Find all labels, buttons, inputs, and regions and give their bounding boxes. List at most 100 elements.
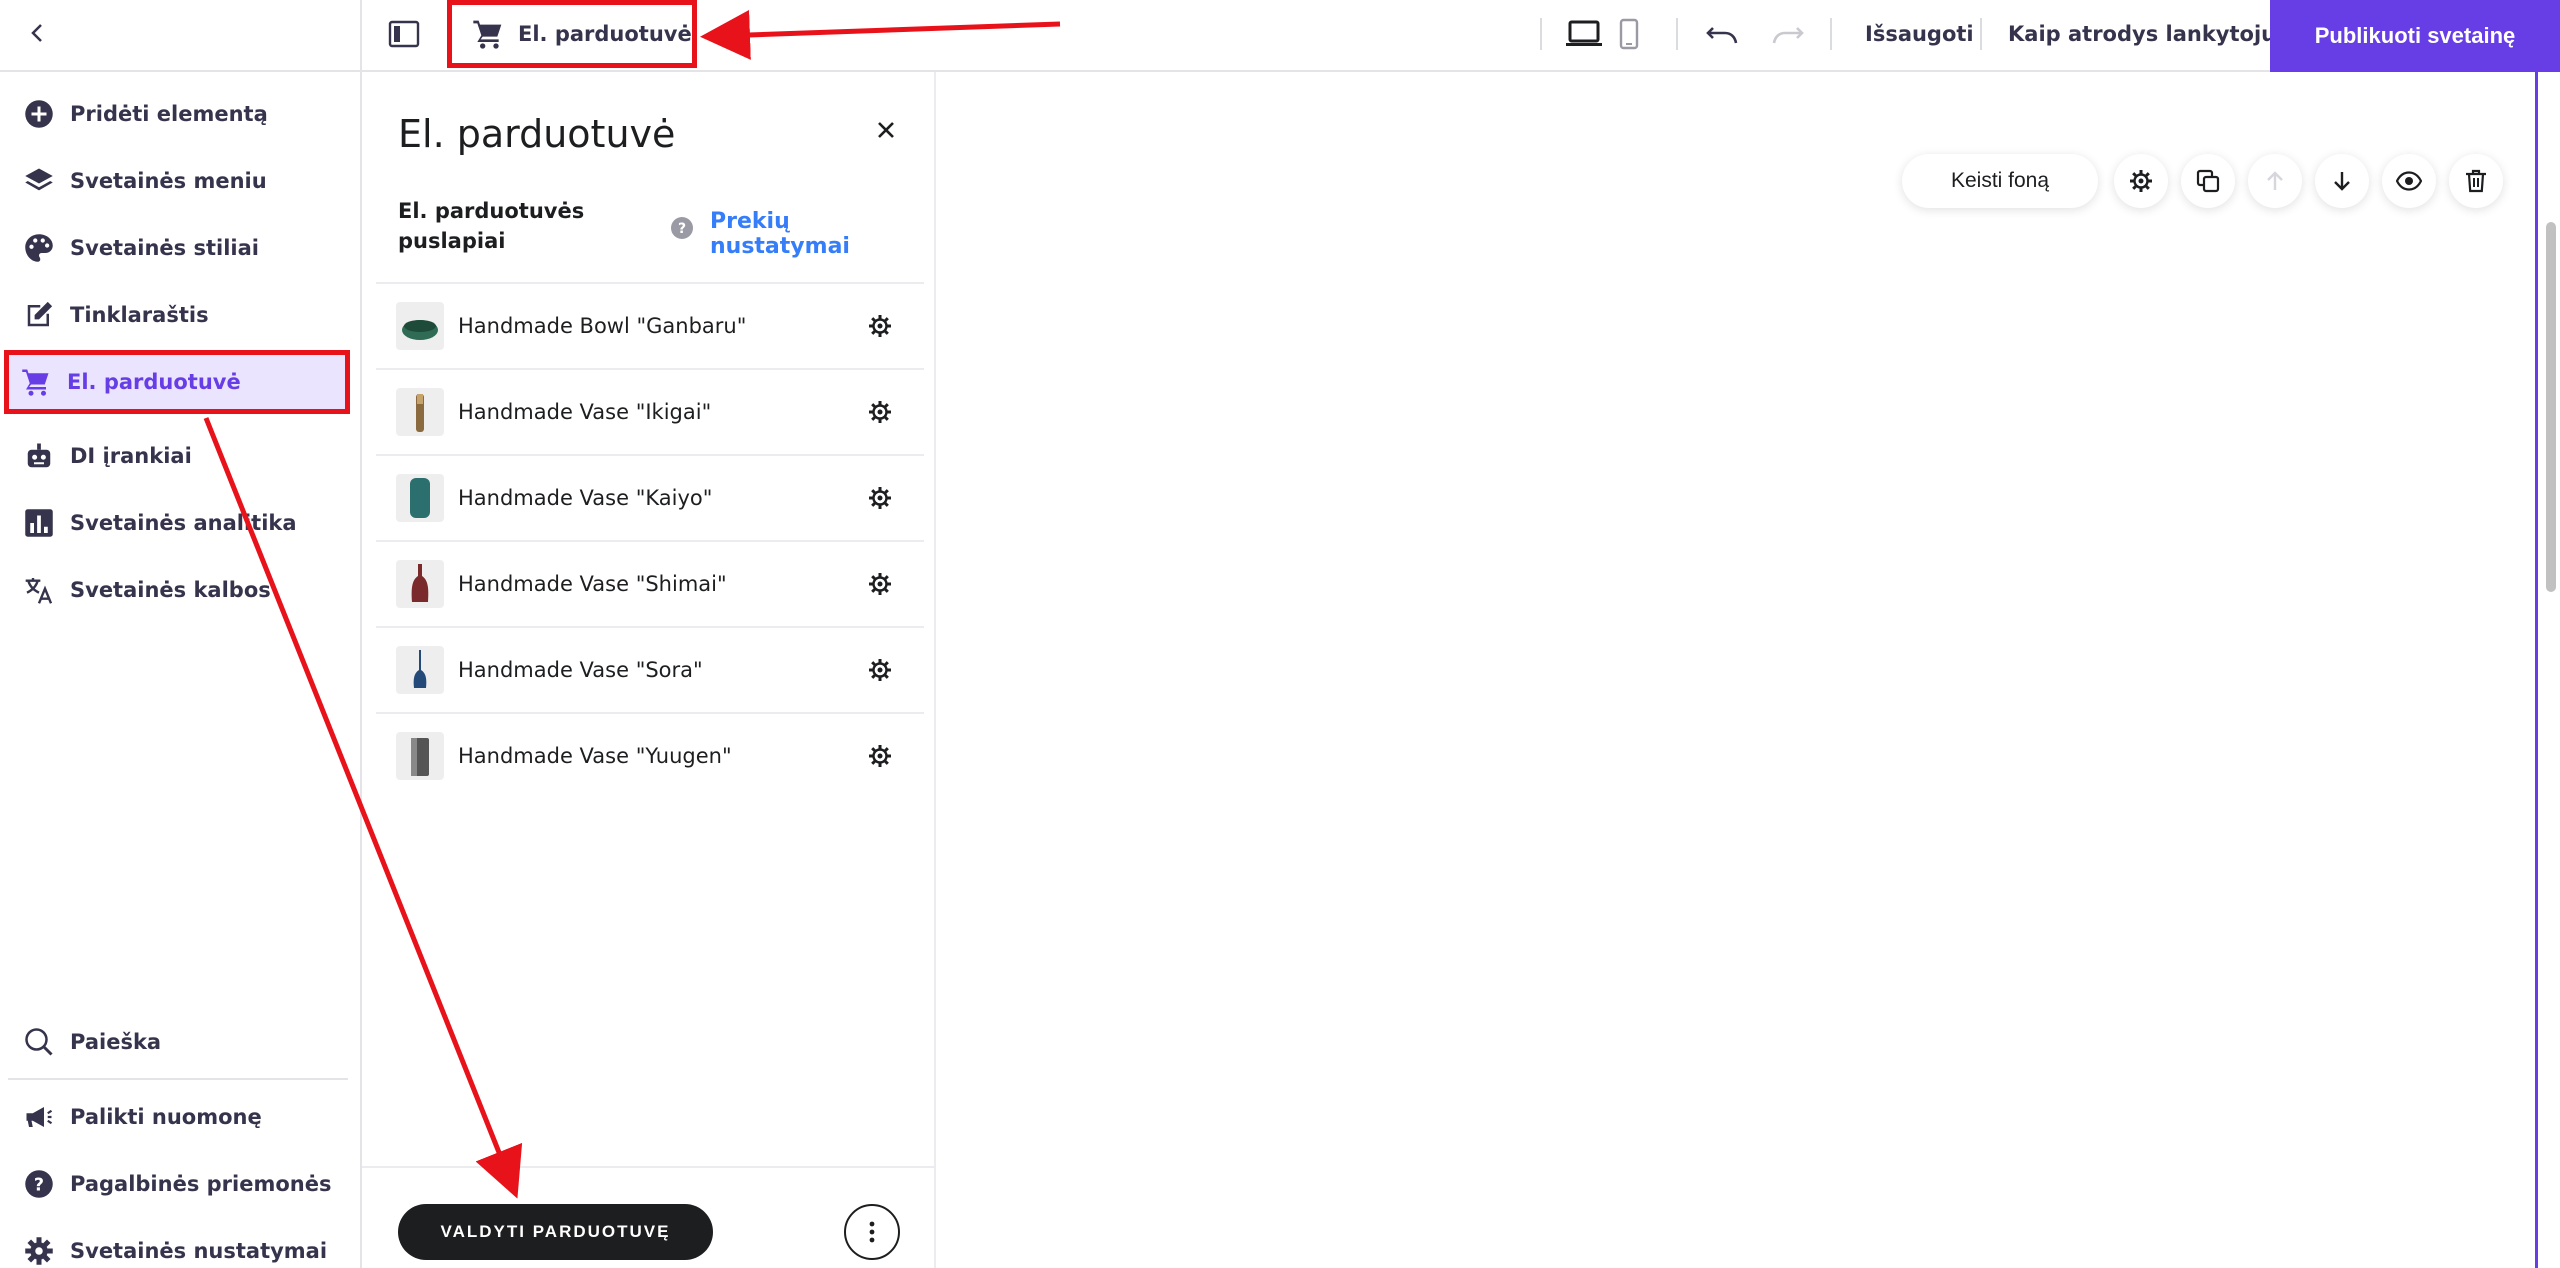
edit-icon bbox=[20, 296, 58, 334]
sidebar-item-styles[interactable]: Svetainės stiliai bbox=[8, 216, 348, 280]
panel-title: El. parduotuvė bbox=[398, 112, 676, 156]
sidebar-item-label: Tinklaraštis bbox=[70, 303, 209, 327]
sidebar-item-label: Pagalbinės priemonės bbox=[70, 1172, 332, 1196]
sidebar-divider bbox=[8, 1078, 348, 1080]
editor-canvas[interactable]: Keisti foną bbox=[936, 72, 2536, 1268]
product-name: Handmade Vase "Shimai" bbox=[458, 572, 727, 596]
sidebar-item-label: DI įrankiai bbox=[70, 444, 192, 468]
duplicate-icon[interactable] bbox=[2181, 154, 2235, 208]
top-bar: El. parduotuvė Išsaugoti Kaip atrodys la… bbox=[362, 0, 2560, 72]
mobile-view-icon[interactable] bbox=[1614, 14, 1644, 54]
product-thumbnail bbox=[396, 474, 444, 522]
sidebar-item-label: Palikti nuomonę bbox=[70, 1105, 262, 1129]
palette-icon bbox=[20, 229, 58, 267]
more-options-icon[interactable] bbox=[844, 1204, 900, 1260]
visibility-icon[interactable] bbox=[2382, 154, 2436, 208]
sidebar-item-feedback[interactable]: Palikti nuomonę bbox=[8, 1085, 348, 1149]
product-name: Handmade Vase "Sora" bbox=[458, 658, 703, 682]
cart-icon bbox=[472, 18, 504, 50]
analytics-icon bbox=[20, 504, 58, 542]
panel-footer-divider bbox=[362, 1166, 936, 1168]
product-row[interactable]: Handmade Vase "Shimai" bbox=[376, 540, 924, 626]
cart-icon bbox=[17, 363, 55, 401]
product-name: Handmade Vase "Kaiyo" bbox=[458, 486, 713, 510]
sidebar-item-menu[interactable]: Svetainės meniu bbox=[8, 149, 348, 213]
help-icon: ? bbox=[20, 1165, 58, 1203]
divider bbox=[1540, 18, 1542, 50]
change-background-button[interactable]: Keisti foną bbox=[1902, 154, 2098, 208]
product-thumbnail bbox=[396, 560, 444, 608]
layers-icon bbox=[20, 162, 58, 200]
sidebar-item-help[interactable]: ? Pagalbinės priemonės bbox=[8, 1152, 348, 1216]
svg-text:?: ? bbox=[34, 1175, 44, 1195]
sidebar-item-analytics[interactable]: Svetainės analitika bbox=[8, 491, 348, 555]
back-arrow-icon[interactable] bbox=[26, 21, 50, 49]
gear-icon[interactable] bbox=[860, 478, 900, 518]
search-icon bbox=[20, 1023, 58, 1061]
product-name: Handmade Vase "Yuugen" bbox=[458, 744, 732, 768]
sidebar-item-label: Pridėti elementą bbox=[70, 102, 268, 126]
product-thumbnail bbox=[396, 646, 444, 694]
move-down-icon[interactable] bbox=[2315, 154, 2369, 208]
plus-circle-icon bbox=[20, 95, 58, 133]
gear-icon[interactable] bbox=[860, 392, 900, 432]
preview-button[interactable]: Kaip atrodys lankytojui bbox=[2008, 18, 2283, 50]
sidebar: Pridėti elementą Svetainės meniu Svetain… bbox=[0, 0, 362, 1268]
product-row[interactable]: Handmade Vase "Yuugen" bbox=[376, 712, 924, 798]
store-breadcrumb-label: El. parduotuvė bbox=[518, 22, 692, 46]
sidebar-item-search[interactable]: Paieška bbox=[8, 1010, 348, 1074]
product-row[interactable]: Handmade Bowl "Ganbaru" bbox=[376, 282, 924, 368]
gear-icon[interactable] bbox=[860, 650, 900, 690]
publish-button[interactable]: Publikuoti svetainę bbox=[2270, 0, 2560, 72]
sidebar-item-label: Svetainės meniu bbox=[70, 169, 267, 193]
robot-icon bbox=[20, 437, 58, 475]
sidebar-item-ai-tools[interactable]: DI įrankiai bbox=[8, 424, 348, 488]
section-settings-icon[interactable] bbox=[2114, 154, 2168, 208]
product-settings-link[interactable]: Prekių nustatymai bbox=[710, 209, 934, 259]
product-thumbnail bbox=[396, 302, 444, 350]
gear-icon[interactable] bbox=[860, 736, 900, 776]
sidebar-item-label: Svetainės stiliai bbox=[70, 236, 259, 260]
translate-icon bbox=[20, 571, 58, 609]
gear-icon bbox=[20, 1232, 58, 1268]
sidebar-item-add-element[interactable]: Pridėti elementą bbox=[8, 82, 348, 146]
help-icon[interactable]: ? bbox=[670, 216, 694, 244]
manage-store-button[interactable]: VALDYTI PARDUOTUVĘ bbox=[398, 1204, 713, 1260]
panel-subtitle: El. parduotuvės puslapiai bbox=[398, 199, 585, 253]
redo-icon[interactable] bbox=[1768, 14, 1808, 54]
gear-icon[interactable] bbox=[860, 564, 900, 604]
close-icon[interactable] bbox=[862, 106, 910, 154]
delete-icon[interactable] bbox=[2449, 154, 2503, 208]
undo-icon[interactable] bbox=[1702, 14, 1742, 54]
saved-status: Išsaugoti bbox=[1865, 22, 1974, 46]
product-row[interactable]: Handmade Vase "Kaiyo" bbox=[376, 454, 924, 540]
scrollbar[interactable] bbox=[2538, 72, 2560, 1268]
divider bbox=[1676, 18, 1678, 50]
divider bbox=[1830, 18, 1832, 50]
move-up-icon[interactable] bbox=[2248, 154, 2302, 208]
product-row[interactable]: Handmade Vase "Sora" bbox=[376, 626, 924, 712]
sidebar-item-label: Svetainės kalbos bbox=[70, 578, 271, 602]
megaphone-icon bbox=[20, 1098, 58, 1136]
sidebar-item-label: Paieška bbox=[70, 1030, 162, 1054]
sidebar-item-settings[interactable]: Svetainės nustatymai bbox=[8, 1219, 348, 1268]
back-row bbox=[0, 0, 360, 72]
sidebar-item-languages[interactable]: Svetainės kalbos bbox=[8, 558, 348, 622]
panel-toggle-icon[interactable] bbox=[384, 14, 424, 54]
gear-icon[interactable] bbox=[860, 306, 900, 346]
product-thumbnail bbox=[396, 388, 444, 436]
store-breadcrumb[interactable]: El. parduotuvė bbox=[447, 0, 697, 68]
product-thumbnail bbox=[396, 732, 444, 780]
scrollbar-thumb[interactable] bbox=[2546, 222, 2556, 592]
desktop-view-icon[interactable] bbox=[1564, 14, 1604, 54]
product-name: Handmade Bowl "Ganbaru" bbox=[458, 314, 747, 338]
sidebar-item-label: Svetainės analitika bbox=[70, 511, 297, 535]
sidebar-item-blog[interactable]: Tinklaraštis bbox=[8, 283, 348, 347]
svg-text:?: ? bbox=[678, 221, 686, 237]
product-name: Handmade Vase "Ikigai" bbox=[458, 400, 712, 424]
product-row[interactable]: Handmade Vase "Ikigai" bbox=[376, 368, 924, 454]
sidebar-item-label: El. parduotuvė bbox=[67, 370, 241, 394]
divider bbox=[1980, 18, 1982, 50]
sidebar-item-store[interactable]: El. parduotuvė bbox=[4, 350, 350, 414]
store-panel: El. parduotuvė El. parduotuvės puslapiai… bbox=[362, 72, 936, 1268]
